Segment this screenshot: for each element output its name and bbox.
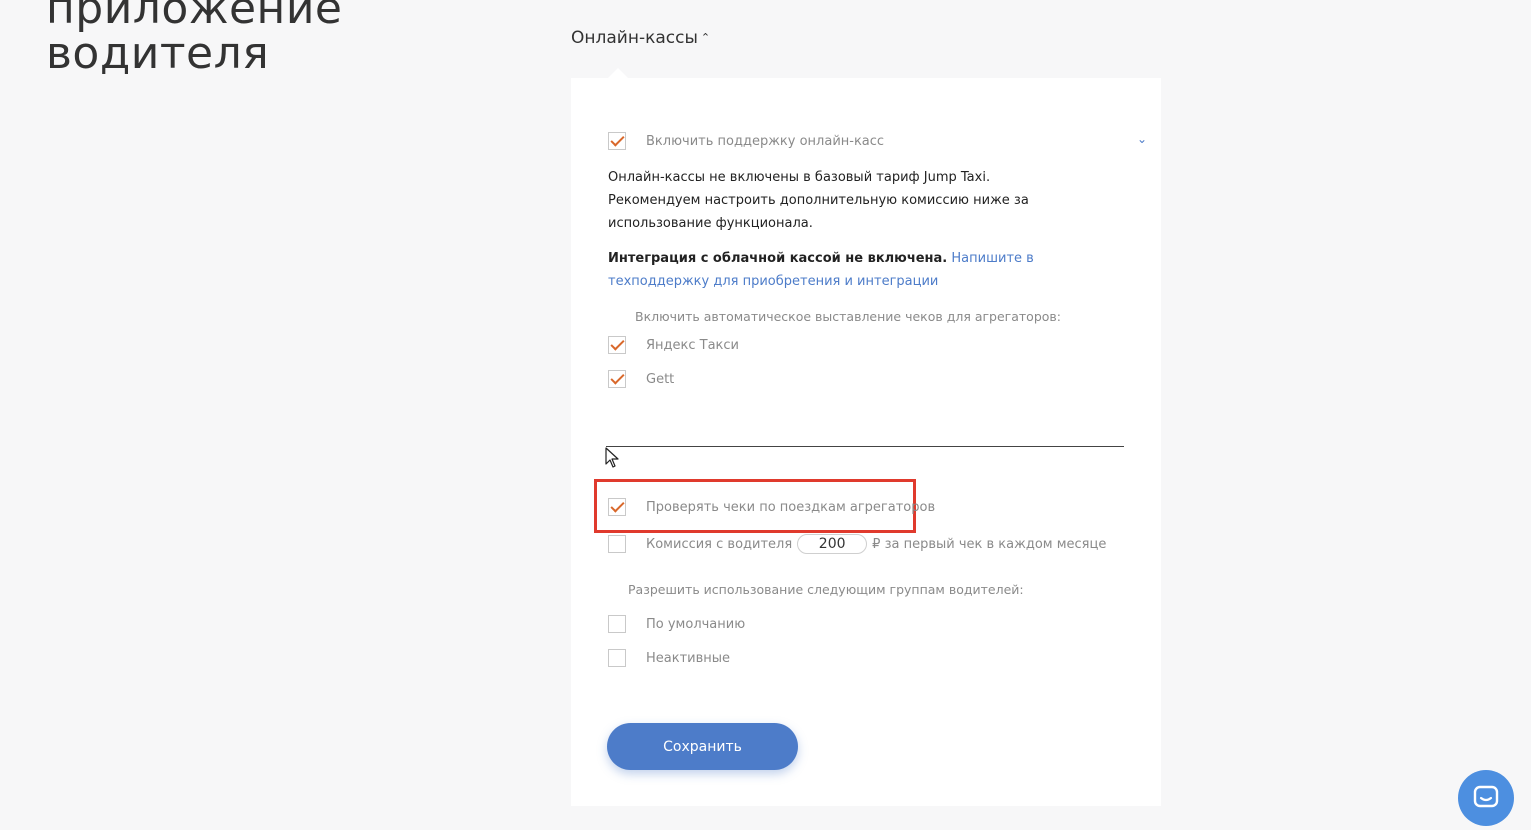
checkmark-icon [610,132,625,147]
aggregator-item-gett[interactable]: Gett [608,370,674,388]
yandex-checkbox[interactable] [608,336,626,354]
section-toggle-online-kassy[interactable]: Онлайн-кассы ⌃ [571,28,710,48]
integration-bold: Интеграция с облачной кассой не включена… [608,251,948,266]
chevron-up-icon: ⌃ [700,31,711,44]
integration-text: Интеграция с облачной кассой не включена… [608,247,1128,293]
chevron-down-icon[interactable]: ⌄ [1137,132,1147,146]
page-title: приложение водителя [46,0,342,76]
save-button[interactable]: Сохранить [607,723,798,770]
verify-checks-checkbox[interactable] [608,498,626,516]
commission-label: Комиссия с водителя [646,536,793,552]
checkmark-icon [610,498,625,513]
info-text: Онлайн-кассы не включены в базовый тариф… [608,166,1128,235]
group-inactive-checkbox[interactable] [608,649,626,667]
input-underline[interactable] [606,446,1124,447]
page-title-line1: приложение [46,0,343,34]
info-line1: Онлайн-кассы не включены в базовый тариф… [608,170,991,185]
group-label: По умолчанию [646,616,746,632]
verify-checks-label: Проверять чеки по поездкам агрегаторов [646,499,936,515]
commission-unit: ₽ за первый чек в каждом месяце [872,536,1107,552]
enable-kassy-label: Включить поддержку онлайн-касс [646,133,885,149]
group-item-inactive[interactable]: Неактивные [608,649,730,667]
checkmark-icon [610,336,625,351]
section-toggle-label: Онлайн-кассы [571,28,698,48]
commission-input[interactable] [797,534,868,554]
chat-icon [1473,785,1499,808]
chat-widget-button[interactable] [1458,770,1514,826]
cursor-icon [605,447,619,468]
page-title-line2: водителя [46,28,270,79]
groups-heading: Разрешить использование следующим группа… [628,582,1024,597]
group-default-checkbox[interactable] [608,615,626,633]
aggregator-item-yandex[interactable]: Яндекс Такси [608,336,739,354]
gett-checkbox[interactable] [608,370,626,388]
panel-notch [608,68,628,78]
enable-kassy-checkbox[interactable] [608,132,626,150]
group-label: Неактивные [646,650,731,666]
aggregator-label: Яндекс Такси [646,337,740,353]
commission-checkbox[interactable] [608,535,626,553]
aggregators-heading: Включить автоматическое выставление чеко… [635,309,1061,324]
aggregator-label: Gett [646,371,675,387]
commission-row: Комиссия с водителя ₽ за первый чек в ка… [608,534,1106,554]
checkmark-icon [610,370,625,385]
verify-checks-row[interactable]: Проверять чеки по поездкам агрегаторов [608,498,935,516]
info-line2: Рекомендуем настроить дополнительную ком… [608,193,1029,231]
enable-kassy-row[interactable]: Включить поддержку онлайн-касс [608,132,884,150]
online-kassy-panel: Включить поддержку онлайн-касс ⌄ Онлайн-… [571,78,1161,806]
group-item-default[interactable]: По умолчанию [608,615,745,633]
